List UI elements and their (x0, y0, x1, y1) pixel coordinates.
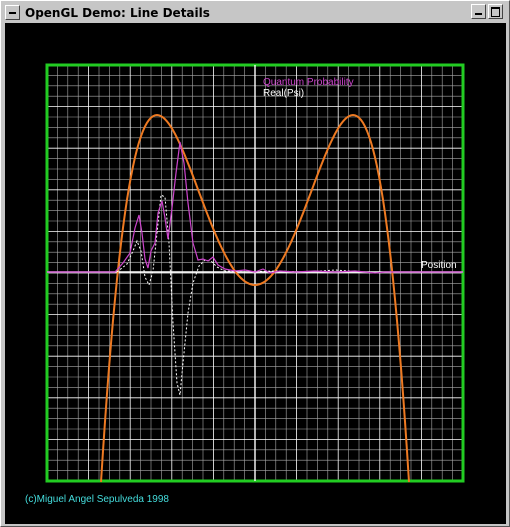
legend-probability: Quantum Probability (263, 77, 354, 88)
legend-real: Real(Psi) (263, 88, 304, 99)
app-window: OpenGL Demo: Line Details Quantum Probab… (0, 0, 510, 527)
plot-svg: Quantum Probability Real(Psi) Position (… (25, 63, 465, 505)
minimize-icon[interactable] (471, 4, 486, 19)
title-bar[interactable]: OpenGL Demo: Line Details (3, 3, 507, 22)
title-bar-buttons (471, 4, 503, 19)
window-title: OpenGL Demo: Line Details (25, 5, 210, 20)
credit-text: (c)Miguel Angel Sepulveda 1998 (25, 494, 169, 505)
window-menu-icon[interactable] (5, 5, 20, 20)
opengl-canvas[interactable]: Quantum Probability Real(Psi) Position (… (5, 23, 506, 524)
axis-label-position: Position (421, 260, 457, 271)
maximize-icon[interactable] (488, 4, 503, 19)
